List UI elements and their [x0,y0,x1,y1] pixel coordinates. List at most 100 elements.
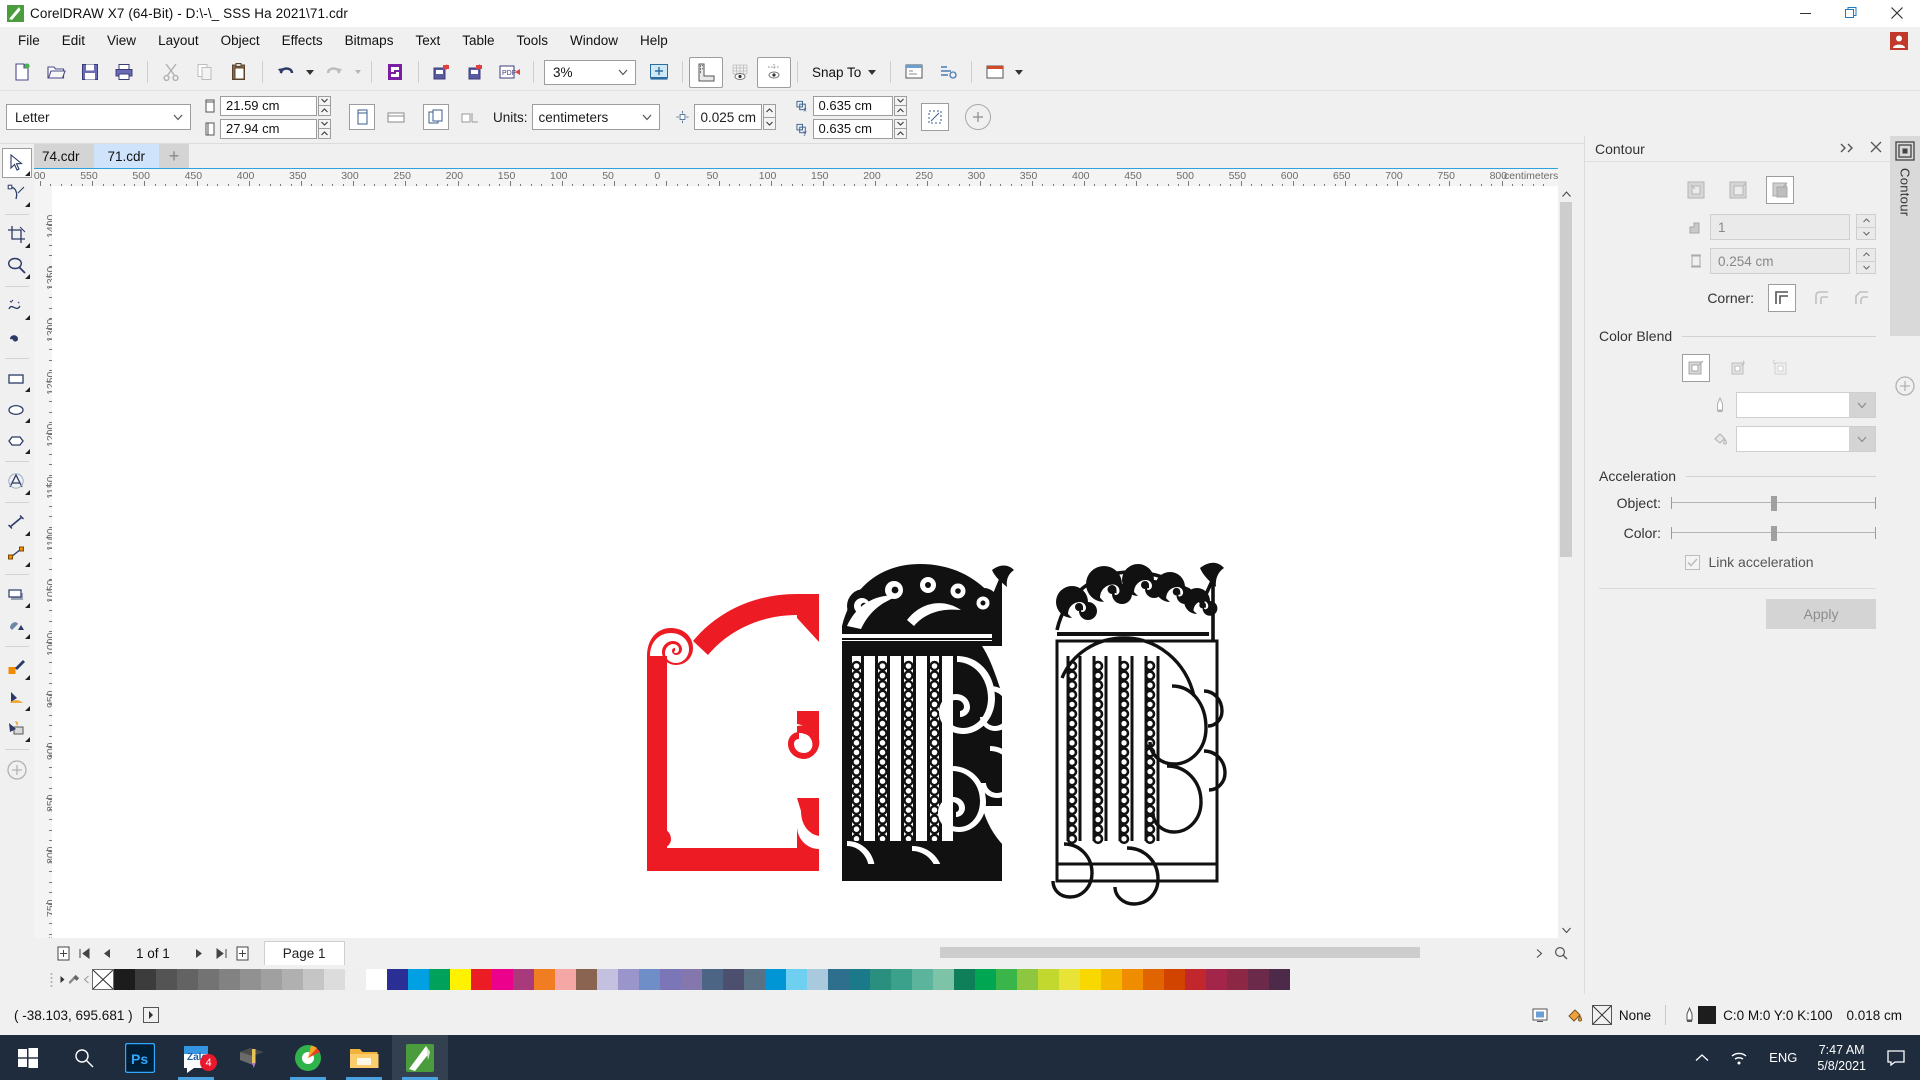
show-rulers-icon[interactable] [689,56,723,88]
palette-swatch[interactable] [912,969,933,990]
contour-steps-spinner[interactable] [1856,214,1876,240]
palette-swatch[interactable] [1101,969,1122,990]
palette-swatch[interactable] [1185,969,1206,990]
palette-swatch[interactable] [618,969,639,990]
redo-dropdown-icon[interactable] [351,57,365,88]
palette-swatch[interactable] [1227,969,1248,990]
snap-to-dropdown[interactable]: Snap To [804,59,884,86]
minimize-button[interactable] [1782,0,1828,27]
palette-swatch[interactable] [807,969,828,990]
vertical-scroll-thumb[interactable] [1560,202,1572,557]
language-indicator[interactable]: ENG [1759,1035,1807,1080]
palette-swatch[interactable] [891,969,912,990]
menu-view[interactable]: View [96,29,147,53]
fill-none-swatch[interactable] [1591,1005,1612,1025]
object-acceleration-slider[interactable] [1671,494,1876,512]
network-button[interactable] [1719,1035,1759,1080]
taskbar-tool[interactable] [224,1035,280,1080]
page-width-spinner[interactable] [318,95,331,116]
object-manager-icon[interactable] [931,57,965,88]
nudge-down[interactable] [762,116,776,130]
palette-swatch[interactable] [240,969,261,990]
document-tab-74[interactable]: 74.cdr [28,144,94,169]
duplicate-y-down[interactable] [893,118,907,128]
palette-no-color-swatch[interactable] [92,969,114,990]
palette-swatch[interactable] [996,969,1017,990]
palette-swatch[interactable] [1080,969,1101,990]
page-tab-1[interactable]: Page 1 [263,941,345,965]
object-acceleration-thumb[interactable] [1771,496,1778,511]
next-page-button[interactable] [188,942,210,964]
blend-clockwise-button[interactable] [1724,354,1752,382]
palette-swatch[interactable] [177,969,198,990]
menu-edit[interactable]: Edit [51,29,96,53]
contour-steps-down[interactable] [1856,226,1876,240]
palette-swatch[interactable] [450,969,471,990]
contour-outline-color-combo[interactable] [1736,392,1876,418]
palette-swatch[interactable] [1038,969,1059,990]
first-page-button[interactable] [74,942,96,964]
palette-swatch[interactable] [408,969,429,990]
open-document-icon[interactable] [39,57,73,88]
taskbar-zalo[interactable]: Zalo 4 [168,1035,224,1080]
contour-offset-up[interactable] [1856,248,1876,261]
contour-steps-up[interactable] [1856,214,1876,227]
taskbar-browser[interactable] [280,1035,336,1080]
duplicate-y-up[interactable] [893,128,907,139]
palette-swatch[interactable] [555,969,576,990]
palette-swatch[interactable] [1206,969,1227,990]
menu-layout[interactable]: Layout [147,29,210,53]
menu-effects[interactable]: Effects [271,29,334,53]
search-button[interactable] [56,1035,112,1080]
shape-tool[interactable] [2,179,32,209]
palette-swatch[interactable] [681,969,702,990]
palette-scroll-up[interactable] [56,969,68,990]
add-page-start-button[interactable] [52,942,74,964]
palette-eyedropper-icon[interactable] [68,969,80,990]
palette-swatch[interactable] [786,969,807,990]
palette-swatch[interactable] [576,969,597,990]
publish-icon[interactable] [378,57,412,88]
parallel-dimension-tool[interactable] [2,508,32,538]
palette-swatch[interactable] [471,969,492,990]
palette-swatch[interactable] [1248,969,1269,990]
show-grid-icon[interactable] [723,57,757,88]
palette-swatch[interactable] [849,969,870,990]
menu-bitmaps[interactable]: Bitmaps [334,29,405,53]
link-acceleration-row[interactable]: Link acceleration [1623,554,1876,570]
palette-swatch[interactable] [1143,969,1164,990]
palette-swatch[interactable] [1059,969,1080,990]
scroll-up-arrow[interactable] [1558,186,1574,202]
options-icon[interactable] [897,57,931,88]
document-color-settings-icon[interactable] [1530,1005,1550,1025]
palette-swatch[interactable] [597,969,618,990]
taskbar-coreldraw[interactable] [392,1035,448,1080]
artistic-media-tool[interactable] [2,323,32,353]
vertical-ruler[interactable]: 1400 1350 1300 1250 1200 1150 1100 1050 1000 950 9… [34,186,52,938]
menu-file[interactable]: File [7,29,51,53]
palette-swatch[interactable] [723,969,744,990]
palette-swatch[interactable] [366,969,387,990]
menu-object[interactable]: Object [210,29,271,53]
rail-tab-contour[interactable]: Contour [1890,136,1920,336]
contour-fill-color-combo[interactable] [1736,426,1876,452]
palette-swatch[interactable] [870,969,891,990]
contour-offset-down[interactable] [1856,260,1876,274]
palette-scroll-prev[interactable] [80,969,92,990]
straight-line-connector-tool[interactable] [2,539,32,569]
paste-icon[interactable] [222,57,256,88]
palette-swatch[interactable] [1122,969,1143,990]
previous-page-button[interactable] [96,942,118,964]
palette-swatch[interactable] [345,969,366,990]
menu-table[interactable]: Table [451,29,505,53]
palette-swatch[interactable] [387,969,408,990]
scroll-right-arrow[interactable] [1530,945,1548,961]
export-icon[interactable] [459,57,493,88]
polygon-tool[interactable] [2,426,32,456]
show-guidelines-icon[interactable] [757,56,791,88]
treat-as-filled-button[interactable] [920,103,949,131]
palette-swatch[interactable] [198,969,219,990]
palette-swatch[interactable] [639,969,660,990]
palette-swatch[interactable] [975,969,996,990]
clock[interactable]: 7:47 AM 5/8/2021 [1807,1035,1876,1080]
